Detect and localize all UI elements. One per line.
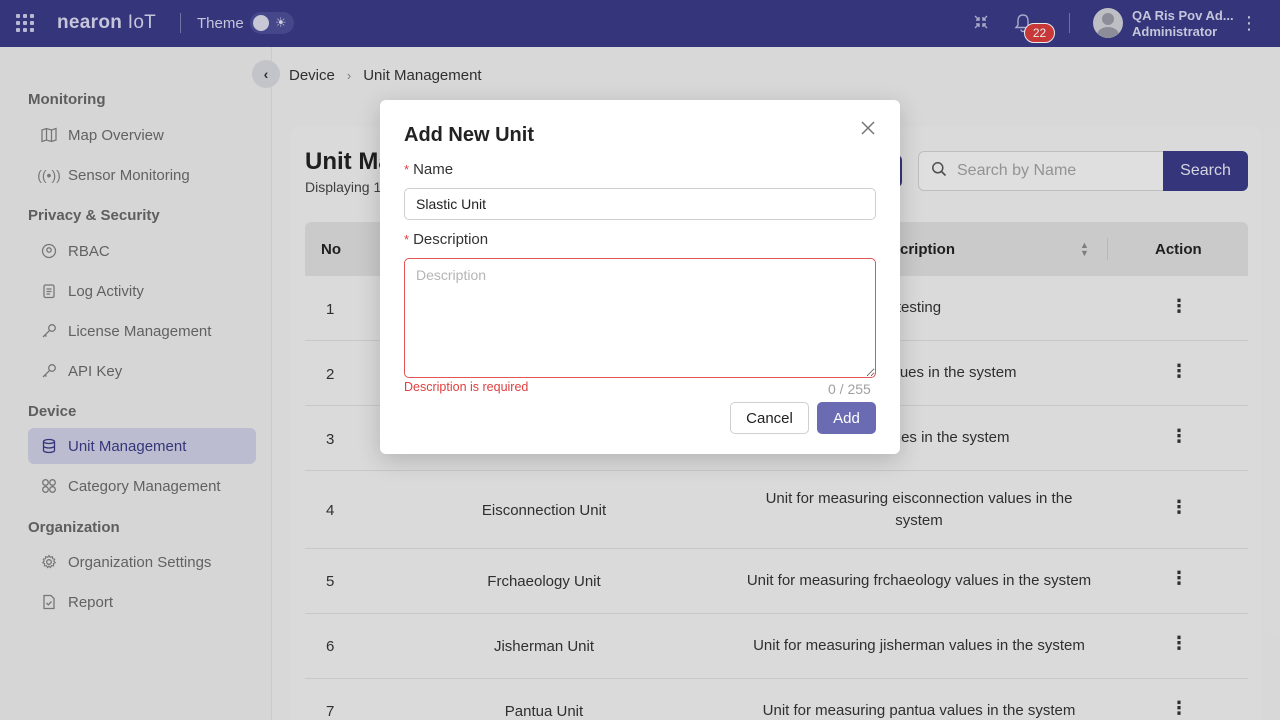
cancel-button[interactable]: Cancel [730, 402, 809, 434]
description-label: * Description [404, 231, 488, 248]
add-button[interactable]: Add [817, 402, 876, 434]
required-marker: * [404, 232, 410, 247]
name-label-text: Name [413, 161, 454, 178]
name-label: * Name [404, 161, 453, 178]
name-field[interactable] [404, 188, 876, 220]
add-unit-modal: Add New Unit *Name *Description Descript… [380, 100, 900, 454]
required-marker: * [404, 162, 410, 177]
description-label-text: Description [413, 231, 489, 248]
character-counter: 0 / 255 [828, 381, 871, 397]
description-field[interactable] [404, 258, 876, 378]
close-icon[interactable] [860, 118, 876, 140]
modal-title: Add New Unit [404, 124, 534, 146]
description-error: Description is required [404, 380, 529, 394]
